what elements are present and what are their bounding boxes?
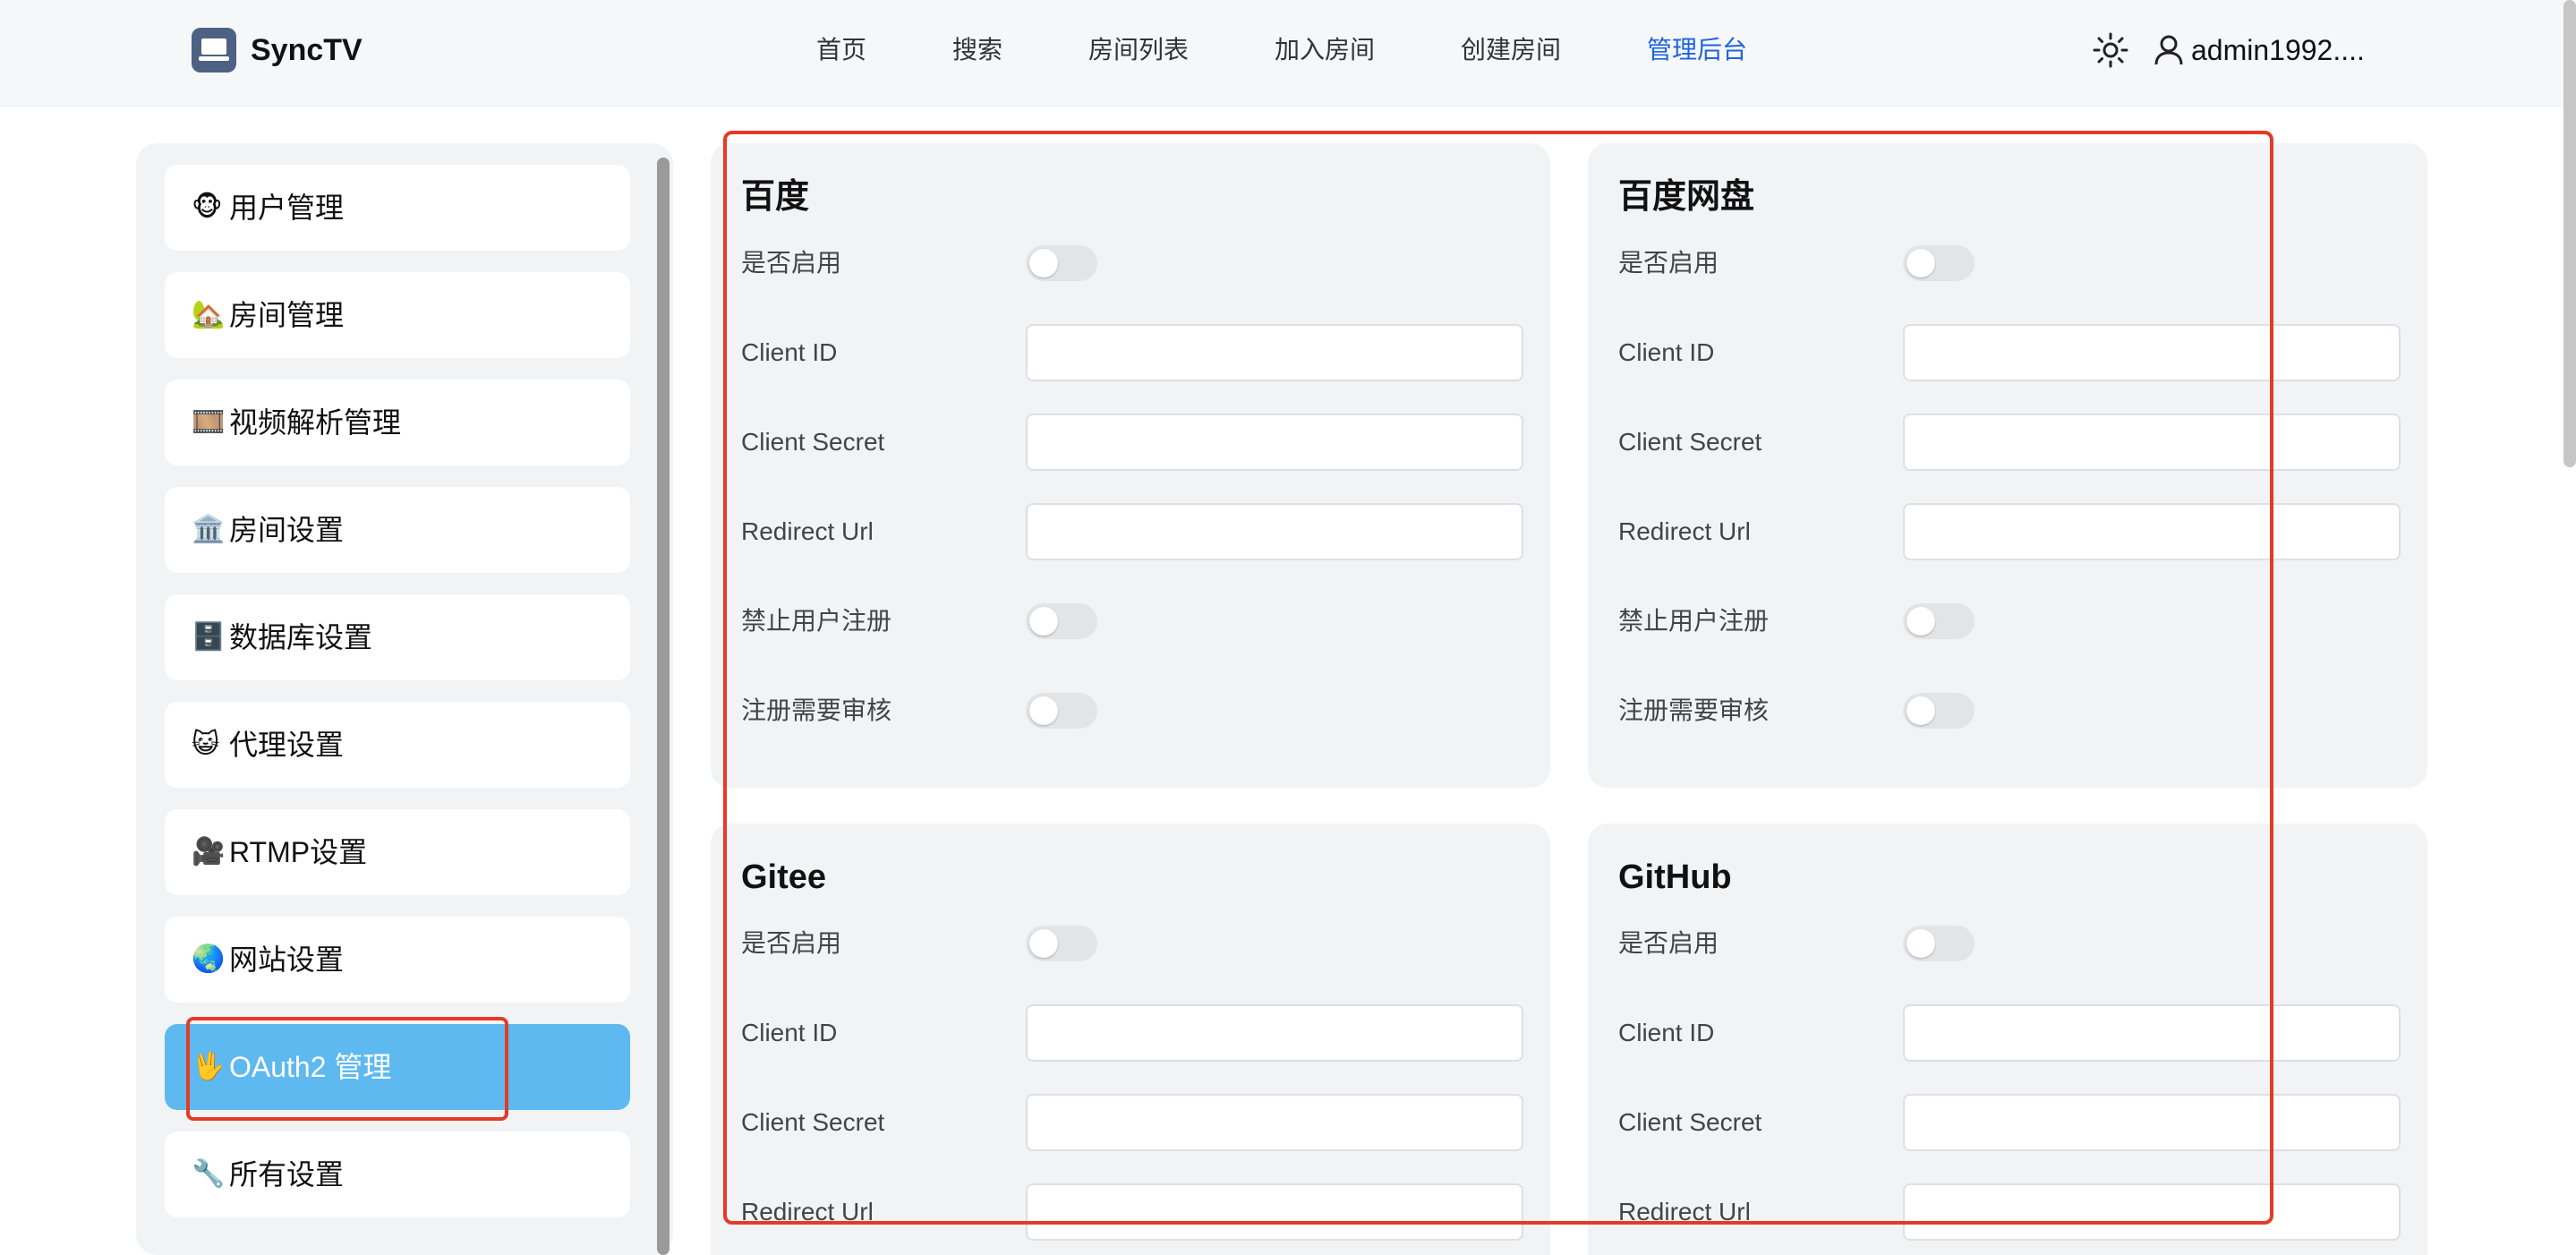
- nav-home[interactable]: 首页: [816, 27, 866, 73]
- client-id-input[interactable]: [1903, 324, 2401, 381]
- oauth-card-gitee: Gitee 是否启用 Client ID Client Secret Redir…: [711, 824, 1550, 1255]
- sidebar-item-proxy-settings[interactable]: 😺 代理设置: [165, 702, 630, 788]
- sidebar-item-label: 房间设置: [229, 514, 345, 546]
- enabled-label: 是否启用: [741, 929, 842, 957]
- sidebar-item-label: 房间管理: [229, 299, 345, 331]
- client-id-input[interactable]: [1026, 1004, 1523, 1062]
- client-secret-input[interactable]: [1026, 414, 1523, 471]
- sidebar-item-label: 代理设置: [229, 729, 345, 761]
- camera-icon: 🎥: [192, 836, 226, 867]
- signup-review-label: 注册需要审核: [741, 696, 892, 724]
- sidebar-item-label: 网站设置: [229, 943, 345, 976]
- enabled-toggle[interactable]: [1026, 926, 1097, 961]
- sidebar-item-label: RTMP设置: [229, 836, 368, 868]
- nav-search[interactable]: 搜索: [952, 27, 1002, 73]
- sidebar-item-database-settings[interactable]: 🗄️ 数据库设置: [165, 594, 630, 680]
- client-id-label: Client ID: [741, 338, 838, 366]
- client-secret-input[interactable]: [1903, 414, 2401, 471]
- client-id-label: Client ID: [741, 1019, 838, 1046]
- sidebar-item-all-settings[interactable]: 🔧 所有设置: [165, 1131, 630, 1217]
- nav-join-room[interactable]: 加入房间: [1275, 27, 1375, 73]
- redirect-url-label: Redirect Url: [1618, 1198, 1751, 1225]
- sidebar-item-video-parsing[interactable]: 🎞️ 视频解析管理: [165, 380, 630, 465]
- client-secret-label: Client Secret: [1618, 428, 1762, 456]
- client-secret-input[interactable]: [1026, 1094, 1523, 1151]
- sidebar-item-site-settings[interactable]: 🌏 网站设置: [165, 917, 630, 1003]
- client-id-input[interactable]: [1026, 324, 1523, 381]
- client-secret-label: Client Secret: [741, 1108, 885, 1136]
- building-icon: 🏛️: [192, 514, 226, 545]
- sidebar-item-rtmp-settings[interactable]: 🎥 RTMP设置: [165, 809, 630, 895]
- client-id-label: Client ID: [1618, 1019, 1715, 1046]
- oauth-card-baidu-netdisk: 百度网盘 是否启用 Client ID Client Secret Redire…: [1588, 143, 2427, 788]
- disable-signup-label: 禁止用户注册: [1618, 607, 1770, 635]
- client-secret-label: Client Secret: [741, 428, 885, 456]
- redirect-url-input[interactable]: [1026, 503, 1523, 560]
- client-id-input[interactable]: [1903, 1004, 2401, 1062]
- cabinet-icon: 🗄️: [192, 621, 226, 653]
- house-icon: 🏡: [192, 299, 226, 330]
- signup-review-toggle[interactable]: [1026, 693, 1097, 729]
- sidebar-item-room-management[interactable]: 🏡 房间管理: [165, 272, 630, 358]
- top-nav-bar: SyncTV 首页 搜索 房间列表 加入房间 创建房间 管理后台 admin19…: [0, 0, 2576, 107]
- enabled-toggle[interactable]: [1903, 245, 1975, 281]
- client-secret-label: Client Secret: [1618, 1108, 1762, 1136]
- card-title: 百度网盘: [1618, 178, 1755, 216]
- wrench-icon: 🔧: [192, 1158, 226, 1190]
- disable-signup-toggle[interactable]: [1903, 603, 1975, 639]
- sidebar-item-label: 所有设置: [229, 1158, 345, 1191]
- monkey-icon: 🐵: [192, 192, 223, 223]
- enabled-toggle[interactable]: [1026, 245, 1097, 281]
- signup-review-toggle[interactable]: [1903, 693, 1975, 729]
- client-id-label: Client ID: [1618, 338, 1715, 366]
- sidebar-item-label: 用户管理: [229, 192, 345, 224]
- sidebar-item-room-settings[interactable]: 🏛️ 房间设置: [165, 487, 630, 573]
- redirect-url-label: Redirect Url: [741, 517, 874, 545]
- card-title: 百度: [741, 178, 810, 216]
- redirect-url-label: Redirect Url: [1618, 517, 1751, 545]
- globe-icon: 🌏: [192, 943, 226, 975]
- sidebar-item-label: 数据库设置: [229, 621, 373, 653]
- redirect-url-input[interactable]: [1903, 503, 2401, 560]
- user-icon[interactable]: [2154, 34, 2184, 66]
- sun-icon[interactable]: [2093, 32, 2128, 68]
- disable-signup-label: 禁止用户注册: [741, 607, 892, 635]
- signup-review-label: 注册需要审核: [1618, 696, 1770, 724]
- nav-admin[interactable]: 管理后台: [1647, 27, 1747, 73]
- app-title[interactable]: SyncTV: [251, 27, 363, 73]
- sidebar-item-label: 视频解析管理: [229, 406, 402, 439]
- sidebar-scrollbar[interactable]: [657, 158, 670, 1255]
- enabled-label: 是否启用: [1618, 249, 1719, 277]
- enabled-label: 是否启用: [741, 249, 842, 277]
- oauth-card-baidu: 百度 是否启用 Client ID Client Secret Redirect…: [711, 143, 1550, 788]
- oauth-card-github: GitHub 是否启用 Client ID Client Secret Redi…: [1588, 824, 2427, 1255]
- film-icon: 🎞️: [192, 406, 226, 438]
- username[interactable]: admin1992....: [2191, 27, 2365, 73]
- disable-signup-toggle[interactable]: [1026, 603, 1097, 639]
- enabled-toggle[interactable]: [1903, 926, 1975, 961]
- nav-create-room[interactable]: 创建房间: [1461, 27, 1561, 73]
- enabled-label: 是否启用: [1618, 929, 1719, 957]
- redirect-url-label: Redirect Url: [741, 1198, 874, 1225]
- synctv-logo-icon[interactable]: [192, 28, 236, 73]
- card-title: GitHub: [1618, 858, 1732, 896]
- redirect-url-input[interactable]: [1026, 1183, 1523, 1241]
- nav-room-list[interactable]: 房间列表: [1088, 27, 1189, 73]
- page-scrollbar[interactable]: [2563, 0, 2576, 467]
- redirect-url-input[interactable]: [1903, 1183, 2401, 1241]
- cat-icon: 😺: [192, 729, 220, 760]
- card-title: Gitee: [741, 858, 827, 896]
- client-secret-input[interactable]: [1903, 1094, 2401, 1151]
- sidebar-item-user-management[interactable]: 🐵 用户管理: [165, 165, 630, 251]
- annotation-box-oauth2: [186, 1017, 508, 1121]
